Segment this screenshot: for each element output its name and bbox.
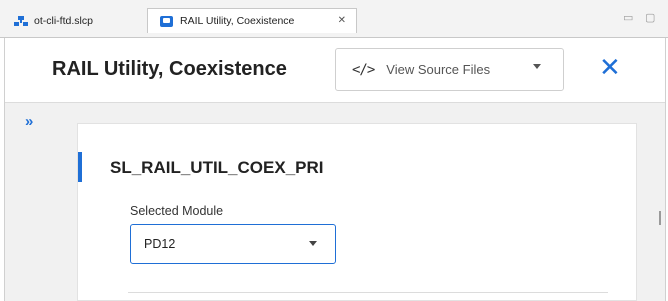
config-card: SL_RAIL_UTIL_COEX_PRI Selected Module PD… [77, 123, 637, 301]
divider [128, 292, 608, 293]
tab-close-icon[interactable]: ✕ [338, 15, 346, 26]
tab-label: RAIL Utility, Coexistence [180, 15, 295, 27]
selected-module-select[interactable]: PD12 [130, 224, 336, 264]
project-icon [14, 16, 28, 26]
expand-icon[interactable]: » [25, 113, 33, 130]
tab-label: ot-cli-ftd.slcp [34, 15, 93, 27]
scrollbar[interactable] [659, 211, 661, 225]
maximize-icon[interactable]: ▢ [645, 11, 655, 24]
selected-module-label: Selected Module [130, 204, 224, 218]
view-source-files-label: View Source Files [386, 62, 491, 77]
chevron-down-icon [309, 241, 317, 246]
card-title: SL_RAIL_UTIL_COEX_PRI [110, 158, 324, 177]
component-editor: RAIL Utility, Coexistence </> View Sourc… [4, 38, 666, 301]
page-title: RAIL Utility, Coexistence [52, 58, 287, 80]
tab-rail-utility-coexistence[interactable]: RAIL Utility, Coexistence ✕ [147, 8, 357, 33]
chevron-down-icon [533, 64, 541, 69]
component-icon [160, 15, 173, 27]
code-icon: </> [352, 61, 375, 78]
editor-body: » SL_RAIL_UTIL_COEX_PRI Selected Module … [5, 103, 665, 301]
close-icon[interactable]: ✕ [599, 54, 621, 80]
editor-tab-bar: ot-cli-ftd.slcp RAIL Utility, Coexistenc… [0, 0, 668, 38]
view-source-files-dropdown[interactable]: </> View Source Files [335, 48, 564, 91]
selected-module-value: PD12 [144, 237, 176, 251]
tab-ot-cli-ftd[interactable]: ot-cli-ftd.slcp [14, 9, 93, 33]
minimize-icon[interactable]: ▭ [623, 11, 633, 24]
editor-header: RAIL Utility, Coexistence </> View Sourc… [5, 38, 665, 103]
card-accent-bar [78, 152, 82, 182]
